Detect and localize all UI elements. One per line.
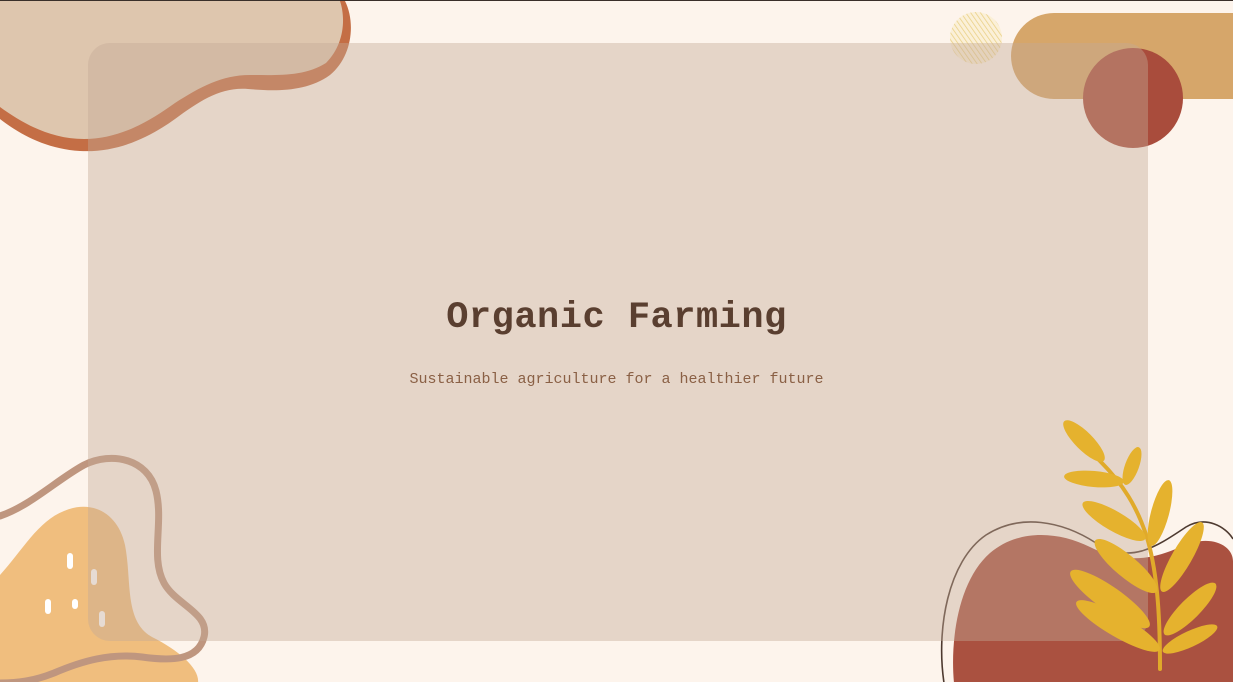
slide-subtitle: Sustainable agriculture for a healthier … — [409, 371, 824, 388]
title-slide: Organic Farming Sustainable agriculture … — [0, 0, 1233, 682]
slide-title: Organic Farming — [446, 297, 787, 339]
leaf-sprig-icon — [1063, 420, 1218, 671]
